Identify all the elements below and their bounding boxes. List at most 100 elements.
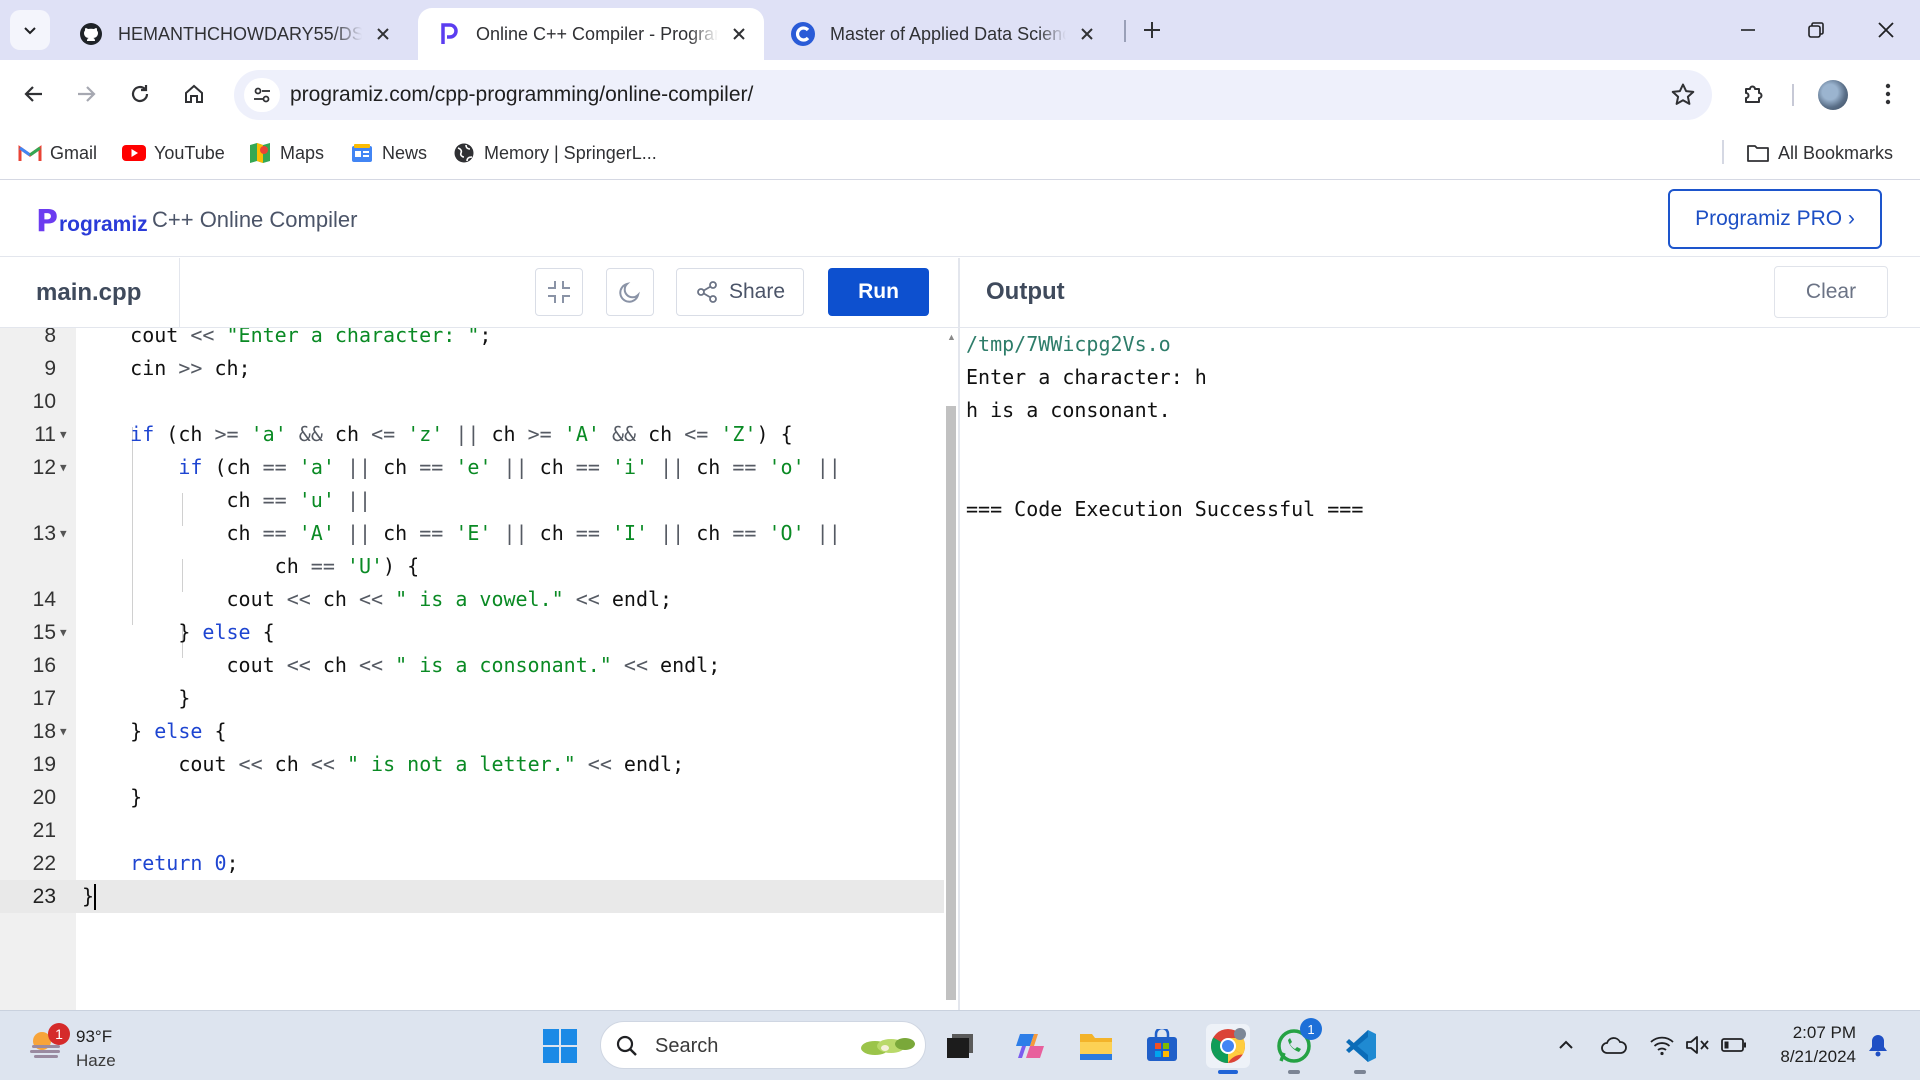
store-icon <box>1147 1029 1177 1061</box>
bell-icon <box>1869 1035 1887 1057</box>
output-console[interactable]: /tmp/7WWicpg2Vs.o Enter a character: h h… <box>960 328 1920 1010</box>
scroll-up-icon[interactable]: ▲ <box>947 332 956 342</box>
address-bar[interactable]: programiz.com/cpp-programming/online-com… <box>234 70 1712 120</box>
windows-taskbar: 1 93°F Haze Search 1 2:07 PM 8/21/2024 <box>0 1010 1920 1080</box>
home-icon <box>185 84 203 103</box>
programiz-icon <box>436 21 462 47</box>
github-icon <box>78 21 104 47</box>
forward-button[interactable] <box>66 74 106 114</box>
site-info-button[interactable] <box>244 78 280 112</box>
taskbar-chrome[interactable] <box>1206 1024 1250 1074</box>
star-icon[interactable] <box>1670 82 1696 108</box>
clear-button[interactable]: Clear <box>1774 266 1888 318</box>
exit-fullscreen-button[interactable] <box>535 268 583 316</box>
minimize-button[interactable] <box>1728 8 1768 52</box>
taskbar-search[interactable]: Search <box>600 1021 926 1069</box>
taskbar-whatsapp[interactable]: 1 <box>1272 1018 1322 1074</box>
scrollbar-thumb[interactable] <box>946 406 956 1000</box>
fold-arrow-icon[interactable]: ▼ <box>60 517 67 550</box>
code-line: 15 ▼ } else { <box>0 616 944 649</box>
code-line: 8 cout << "Enter a character: "; <box>0 328 944 352</box>
notifications-button[interactable] <box>1864 1031 1892 1059</box>
bookmark-maps[interactable]: Maps <box>248 138 324 168</box>
running-indicator <box>1288 1070 1300 1074</box>
menu-button[interactable] <box>1868 74 1908 114</box>
code-line: 11 ▼ if (ch >= 'a' && ch <= 'z' || ch >=… <box>0 418 944 451</box>
run-button[interactable]: Run <box>828 268 929 316</box>
system-clock[interactable]: 2:07 PM 8/21/2024 <box>1760 1021 1856 1069</box>
clock-date: 8/21/2024 <box>1780 1047 1856 1066</box>
close-icon[interactable] <box>728 23 750 45</box>
gmail-icon <box>18 142 42 164</box>
share-button[interactable]: Share <box>676 268 804 316</box>
onedrive-button[interactable] <box>1600 1031 1628 1059</box>
wifi-button[interactable] <box>1648 1031 1676 1059</box>
taskbar-file-explorer[interactable] <box>1074 1024 1118 1068</box>
tab-programiz[interactable]: Online C++ Compiler - Program <box>418 8 764 60</box>
fold-arrow-icon[interactable]: ▼ <box>60 616 67 649</box>
close-window-button[interactable] <box>1866 8 1906 52</box>
taskbar-store[interactable] <box>1140 1024 1184 1068</box>
all-bookmarks-button[interactable]: All Bookmarks <box>1746 138 1893 168</box>
search-highlight-icon <box>861 1038 915 1055</box>
browser-tab-strip: HEMANTHCHOWDARY55/DSAC Online C++ Compil… <box>0 0 1920 60</box>
file-tab[interactable]: main.cpp <box>0 258 180 328</box>
programiz-pro-button[interactable]: Programiz PRO › <box>1668 189 1882 249</box>
editor-scrollbar[interactable]: ▲ <box>944 328 958 1010</box>
bookmark-gmail[interactable]: Gmail <box>18 138 97 168</box>
taskbar-vscode[interactable] <box>1338 1024 1382 1074</box>
collapse-icon <box>548 281 570 303</box>
bookmark-springer[interactable]: Memory | SpringerL... <box>452 138 657 168</box>
line-number: 14 <box>32 588 56 611</box>
code-text: if (ch >= 'a' && ch <= 'z' || ch >= 'A' … <box>130 422 793 446</box>
taskbar-copilot[interactable] <box>1008 1024 1052 1068</box>
bookmark-label: Memory | SpringerL... <box>484 142 657 163</box>
fold-arrow-icon[interactable]: ▼ <box>60 451 67 484</box>
restore-button[interactable] <box>1796 8 1836 52</box>
folder-icon <box>1080 1034 1112 1060</box>
back-button[interactable] <box>14 74 54 114</box>
tab-search-button[interactable] <box>10 10 50 50</box>
page-title: C++ Online Compiler <box>152 207 358 232</box>
code-editor[interactable]: 8 cout << "Enter a character: "; 9 cin >… <box>0 328 944 1010</box>
programiz-logo[interactable]: P rogramiz <box>36 201 148 237</box>
code-line: 17 } <box>0 682 944 715</box>
code-line: 20 } <box>0 781 944 814</box>
fold-arrow-icon[interactable]: ▼ <box>60 418 67 451</box>
extensions-button[interactable] <box>1734 74 1774 114</box>
bookmark-label: Maps <box>280 142 325 163</box>
new-tab-button[interactable] <box>1134 12 1170 48</box>
bookmark-youtube[interactable]: YouTube <box>122 138 225 168</box>
start-button[interactable] <box>538 1024 582 1068</box>
vscode-icon <box>1346 1030 1376 1062</box>
tab-github[interactable]: HEMANTHCHOWDARY55/DSAC <box>60 8 408 60</box>
volume-button[interactable] <box>1684 1031 1712 1059</box>
weather-widget[interactable]: 1 93°F Haze <box>26 1019 146 1073</box>
more-vertical-icon <box>1885 83 1891 105</box>
avatar[interactable] <box>1818 80 1848 110</box>
dark-mode-button[interactable] <box>606 268 654 316</box>
output-line: h is a consonant. <box>966 398 1171 422</box>
fold-arrow-icon[interactable]: ▼ <box>60 715 67 748</box>
bookmark-news[interactable]: News <box>350 138 427 168</box>
code-line: 19 cout << ch << " is not a letter." << … <box>0 748 944 781</box>
bookmark-label: All Bookmarks <box>1778 142 1894 163</box>
line-number: 18 <box>32 720 56 743</box>
running-indicator <box>1218 1070 1238 1074</box>
home-button[interactable] <box>174 74 214 114</box>
line-number: 16 <box>32 654 56 677</box>
site-header: P rogramiz C++ Online Compiler Programiz… <box>0 181 1920 257</box>
plus-icon <box>1144 22 1160 38</box>
close-icon[interactable] <box>372 23 394 45</box>
code-text: if (ch == 'a' || ch == 'e' || ch == 'i' … <box>178 455 841 479</box>
reload-button[interactable] <box>120 74 160 114</box>
tab-coursera[interactable]: Master of Applied Data Science <box>772 8 1112 60</box>
tab-separator <box>1124 20 1126 42</box>
taskbar-task-view[interactable] <box>938 1024 982 1068</box>
line-number: 17 <box>32 687 56 710</box>
output-line: Enter a character: h <box>966 365 1207 389</box>
whatsapp-badge: 1 <box>1300 1018 1322 1040</box>
battery-button[interactable] <box>1720 1031 1748 1059</box>
show-hidden-icons-button[interactable] <box>1552 1031 1580 1059</box>
close-icon[interactable] <box>1076 23 1098 45</box>
